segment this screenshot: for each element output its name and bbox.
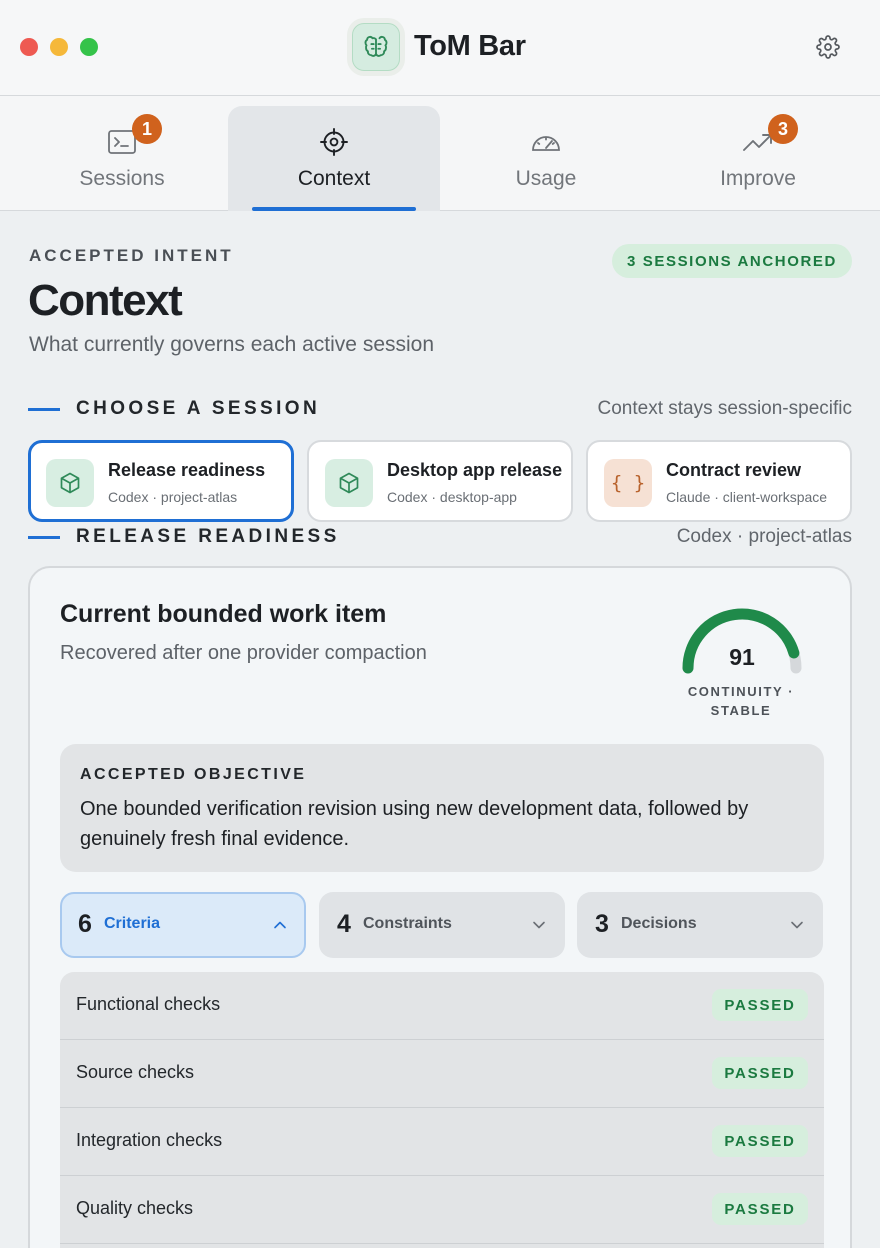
title-bar: ToM Bar: [0, 0, 880, 96]
page-eyebrow: ACCEPTED INTENT: [29, 246, 234, 265]
sessions-anchored-badge: 3 SESSIONS ANCHORED: [612, 244, 852, 278]
session-name: Release readiness: [108, 460, 266, 480]
check-label: Functional checks: [76, 994, 221, 1014]
criteria-toggle[interactable]: 6 Criteria: [60, 892, 306, 958]
tab-improve[interactable]: 3 Improve: [652, 106, 864, 211]
minimize-window-button[interactable]: [50, 38, 68, 56]
app-title: ToM Bar: [414, 30, 526, 62]
trending-up-icon: 3: [742, 114, 798, 158]
session-meta: Claude · client-workspace: [666, 489, 828, 505]
session-name: Contract review: [666, 460, 802, 480]
constraints-toggle[interactable]: 4 Constraints: [319, 892, 565, 958]
status-badge: PASSED: [712, 989, 808, 1021]
session-name: Desktop app release: [387, 460, 563, 480]
list-item: Functional checks PASSED: [60, 972, 824, 1040]
chevron-up-icon: [274, 921, 286, 929]
constraints-count: 4: [337, 910, 351, 938]
brain-icon: [352, 23, 400, 71]
gear-icon[interactable]: [814, 33, 842, 61]
cube-icon: [325, 459, 373, 507]
work-item-title: Current bounded work item: [60, 600, 387, 628]
choose-session-title: CHOOSE A SESSION: [76, 398, 321, 419]
tab-context[interactable]: Context: [228, 106, 440, 211]
status-badge: PASSED: [712, 1057, 808, 1089]
check-label: Integration checks: [76, 1130, 223, 1150]
release-readiness-note: Codex · project-atlas: [676, 526, 852, 547]
list-item: Integration checks PASSED: [60, 1108, 824, 1176]
section-accent-bar: [28, 408, 60, 411]
tab-sessions-label: Sessions: [79, 167, 165, 190]
session-meta: Codex · project-atlas: [108, 489, 238, 505]
sessions-badge: 1: [132, 114, 162, 144]
tab-sessions[interactable]: 1 Sessions: [16, 106, 228, 211]
constraints-label: Constraints: [363, 915, 452, 932]
accepted-objective-panel: ACCEPTED OBJECTIVE One bounded verificat…: [60, 744, 824, 872]
work-item-card: Current bounded work item Recovered afte…: [28, 566, 852, 1248]
zoom-window-button[interactable]: [80, 38, 98, 56]
tab-context-label: Context: [297, 167, 371, 190]
active-tab-indicator: [252, 207, 416, 211]
check-label: Source checks: [76, 1062, 195, 1082]
session-card-contract-review[interactable]: { } Contract review Claude · client-work…: [586, 440, 852, 522]
braces-icon: { }: [604, 459, 652, 507]
choose-session-header: CHOOSE A SESSION Context stays session-s…: [28, 398, 852, 422]
section-accent-bar: [28, 536, 60, 539]
release-readiness-title: RELEASE READINESS: [76, 526, 340, 547]
terminal-icon: 1: [106, 114, 162, 158]
choose-session-note: Context stays session-specific: [597, 398, 853, 419]
criteria-label: Criteria: [104, 915, 161, 932]
decisions-count: 3: [595, 910, 609, 938]
decisions-toggle[interactable]: 3 Decisions: [577, 892, 823, 958]
decisions-label: Decisions: [621, 915, 697, 932]
criteria-list: Functional checks PASSED Source checks P…: [60, 972, 824, 1248]
tab-bar: 1 Sessions Context Usage 3 Improve: [0, 96, 880, 211]
status-badge: PASSED: [712, 1125, 808, 1157]
session-meta: Codex · desktop-app: [387, 489, 517, 505]
work-item-subtitle: Recovered after one provider compaction: [60, 642, 427, 664]
improve-badge: 3: [768, 114, 798, 144]
close-window-button[interactable]: [20, 38, 38, 56]
list-item: Quality checks PASSED: [60, 1176, 824, 1244]
list-item: Source checks PASSED: [60, 1040, 824, 1108]
check-label: Quality checks: [76, 1198, 194, 1218]
session-card-release-readiness[interactable]: Release readiness Codex · project-atlas: [28, 440, 294, 522]
objective-label: ACCEPTED OBJECTIVE: [80, 766, 307, 783]
gauge-icon: [530, 126, 562, 158]
continuity-score: 91: [729, 644, 755, 670]
cube-icon: [46, 459, 94, 507]
tab-usage[interactable]: Usage: [440, 106, 652, 211]
chevron-down-icon: [533, 921, 545, 929]
crosshair-icon: [318, 126, 350, 158]
objective-text: One bounded verification revision using …: [80, 798, 749, 850]
criteria-count: 6: [78, 910, 92, 938]
tab-usage-label: Usage: [515, 167, 577, 190]
continuity-label: CONTINUITY · STABLE: [687, 684, 795, 718]
chevron-down-icon: [791, 921, 803, 929]
page-title: Context: [28, 276, 183, 325]
page-subtitle: What currently governs each active sessi…: [29, 333, 435, 356]
status-badge: PASSED: [712, 1193, 808, 1225]
release-readiness-header: RELEASE READINESS Codex · project-atlas: [28, 526, 852, 550]
tab-improve-label: Improve: [720, 167, 796, 190]
session-card-desktop-app[interactable]: Desktop app release Codex · desktop-app: [307, 440, 573, 522]
